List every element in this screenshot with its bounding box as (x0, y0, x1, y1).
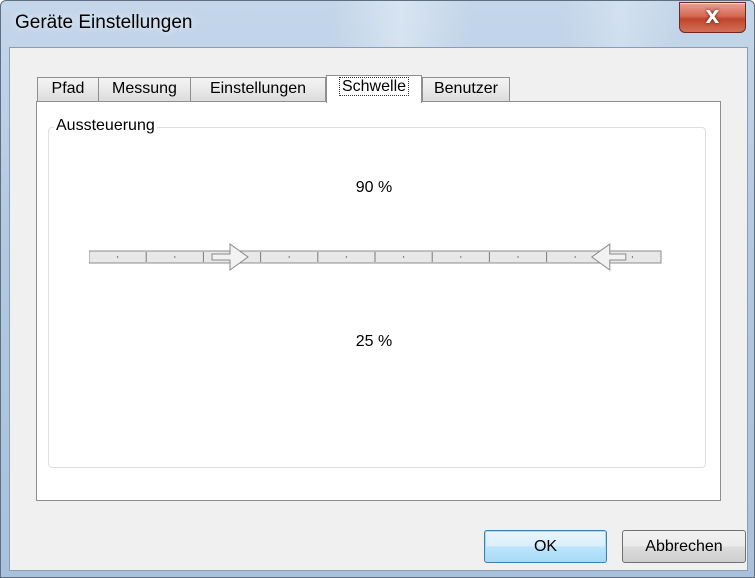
lower-threshold-thumb[interactable] (211, 243, 249, 271)
group-title: Aussteuerung (54, 117, 157, 135)
tab-page-schwelle: Aussteuerung 90 % 25 % (36, 101, 721, 501)
close-icon: X (705, 7, 720, 28)
window-title: Geräte Einstellungen (15, 12, 193, 33)
upper-threshold-value: 90 % (355, 179, 393, 196)
title-glare (561, 1, 681, 47)
close-button[interactable]: X (679, 2, 746, 33)
cancel-button[interactable]: Abbrechen (622, 530, 746, 563)
aussteuerung-group: Aussteuerung 90 % 25 % (48, 117, 706, 468)
upper-threshold-thumb[interactable] (590, 243, 627, 271)
tab-benutzer[interactable]: Benutzer (422, 77, 510, 101)
tab-messung[interactable]: Messung (98, 77, 191, 101)
dialog-client-area: Pfad Messung Einstellungen Schwelle Benu… (9, 47, 748, 571)
threshold-range-slider[interactable] (89, 236, 679, 282)
ok-button[interactable]: OK (484, 530, 607, 563)
title-bar[interactable]: Geräte Einstellungen X (1, 1, 754, 47)
tab-pfad[interactable]: Pfad (37, 77, 99, 101)
tab-einstellungen[interactable]: Einstellungen (190, 77, 326, 101)
lower-threshold-value: 25 % (355, 333, 393, 350)
tab-schwelle[interactable]: Schwelle (326, 75, 422, 103)
dialog-window: Geräte Einstellungen X Pfad Messung Eins… (0, 0, 755, 578)
title-glare (331, 1, 471, 47)
